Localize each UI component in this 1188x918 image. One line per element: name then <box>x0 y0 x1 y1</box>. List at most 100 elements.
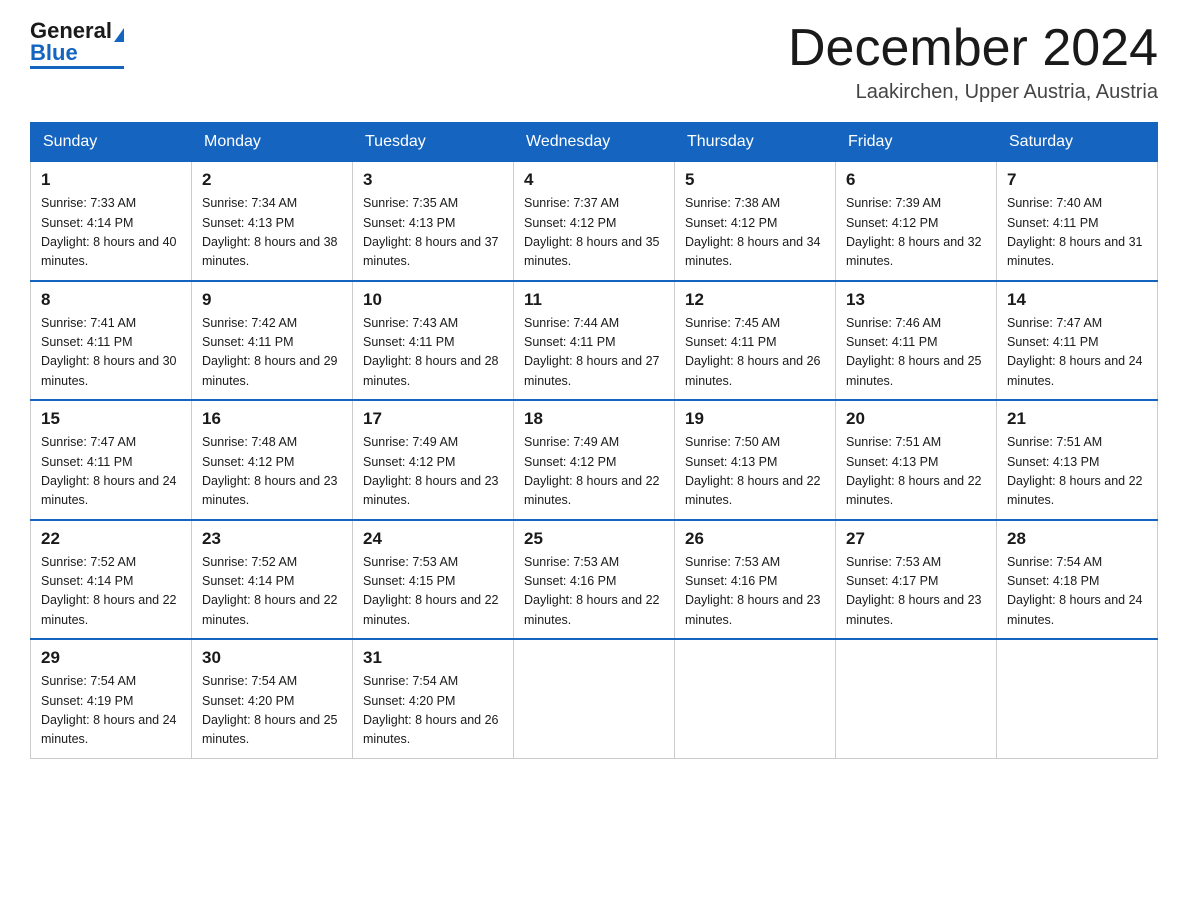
day-info: Sunrise: 7:41 AMSunset: 4:11 PMDaylight:… <box>41 314 181 392</box>
calendar-cell: 8 Sunrise: 7:41 AMSunset: 4:11 PMDaylight… <box>31 281 192 401</box>
calendar-cell: 26 Sunrise: 7:53 AMSunset: 4:16 PMDayligh… <box>675 520 836 640</box>
day-number: 27 <box>846 529 986 549</box>
day-number: 28 <box>1007 529 1147 549</box>
day-info: Sunrise: 7:52 AMSunset: 4:14 PMDaylight:… <box>202 553 342 631</box>
day-info: Sunrise: 7:35 AMSunset: 4:13 PMDaylight:… <box>363 194 503 272</box>
calendar-table: SundayMondayTuesdayWednesdayThursdayFrid… <box>30 122 1158 759</box>
day-info: Sunrise: 7:45 AMSunset: 4:11 PMDaylight:… <box>685 314 825 392</box>
day-info: Sunrise: 7:48 AMSunset: 4:12 PMDaylight:… <box>202 433 342 511</box>
day-number: 18 <box>524 409 664 429</box>
calendar-cell: 18Sunrise: 7:49 AMSunset: 4:12 PMDayligh… <box>514 400 675 520</box>
day-info: Sunrise: 7:38 AMSunset: 4:12 PMDaylight:… <box>685 194 825 272</box>
calendar-cell: 29 Sunrise: 7:54 AMSunset: 4:19 PMDayligh… <box>31 639 192 758</box>
location-title: Laakirchen, Upper Austria, Austria <box>788 81 1158 104</box>
day-number: 17 <box>363 409 503 429</box>
day-info: Sunrise: 7:53 AMSunset: 4:17 PMDaylight:… <box>846 553 986 631</box>
month-title: December 2024 <box>788 20 1158 77</box>
weekday-header-sunday: Sunday <box>31 123 192 162</box>
day-number: 12 <box>685 290 825 310</box>
week-row-2: 8 Sunrise: 7:41 AMSunset: 4:11 PMDaylight… <box>31 281 1158 401</box>
calendar-cell: 4 Sunrise: 7:37 AMSunset: 4:12 PMDaylight… <box>514 162 675 281</box>
logo-triangle-icon <box>114 28 124 42</box>
day-number: 2 <box>202 170 342 190</box>
day-number: 14 <box>1007 290 1147 310</box>
day-number: 23 <box>202 529 342 549</box>
weekday-header-friday: Friday <box>836 123 997 162</box>
calendar-cell: 19 Sunrise: 7:50 AMSunset: 4:13 PMDayligh… <box>675 400 836 520</box>
day-number: 11 <box>524 290 664 310</box>
day-number: 26 <box>685 529 825 549</box>
weekday-header-thursday: Thursday <box>675 123 836 162</box>
weekday-header-row: SundayMondayTuesdayWednesdayThursdayFrid… <box>31 123 1158 162</box>
calendar-cell <box>675 639 836 758</box>
calendar-cell: 14 Sunrise: 7:47 AMSunset: 4:11 PMDayligh… <box>997 281 1158 401</box>
calendar-cell: 23 Sunrise: 7:52 AMSunset: 4:14 PMDayligh… <box>192 520 353 640</box>
calendar-cell: 30 Sunrise: 7:54 AMSunset: 4:20 PMDayligh… <box>192 639 353 758</box>
day-number: 5 <box>685 170 825 190</box>
day-number: 30 <box>202 648 342 668</box>
day-info: Sunrise: 7:49 AMSunset: 4:12 PMDaylight:… <box>363 433 503 511</box>
day-number: 4 <box>524 170 664 190</box>
day-number: 7 <box>1007 170 1147 190</box>
weekday-header-wednesday: Wednesday <box>514 123 675 162</box>
calendar-cell: 27 Sunrise: 7:53 AMSunset: 4:17 PMDayligh… <box>836 520 997 640</box>
calendar-cell: 20Sunrise: 7:51 AMSunset: 4:13 PMDayligh… <box>836 400 997 520</box>
calendar-cell: 12 Sunrise: 7:45 AMSunset: 4:11 PMDayligh… <box>675 281 836 401</box>
day-number: 6 <box>846 170 986 190</box>
day-info: Sunrise: 7:37 AMSunset: 4:12 PMDaylight:… <box>524 194 664 272</box>
calendar-cell: 10Sunrise: 7:43 AMSunset: 4:11 PMDayligh… <box>353 281 514 401</box>
day-info: Sunrise: 7:33 AMSunset: 4:14 PMDaylight:… <box>41 194 181 272</box>
calendar-cell: 2 Sunrise: 7:34 AMSunset: 4:13 PMDaylight… <box>192 162 353 281</box>
day-number: 29 <box>41 648 181 668</box>
day-info: Sunrise: 7:44 AMSunset: 4:11 PMDaylight:… <box>524 314 664 392</box>
day-info: Sunrise: 7:53 AMSunset: 4:16 PMDaylight:… <box>524 553 664 631</box>
logo-text: General Blue <box>30 20 124 64</box>
day-info: Sunrise: 7:34 AMSunset: 4:13 PMDaylight:… <box>202 194 342 272</box>
day-number: 1 <box>41 170 181 190</box>
weekday-header-saturday: Saturday <box>997 123 1158 162</box>
calendar-cell: 13Sunrise: 7:46 AMSunset: 4:11 PMDayligh… <box>836 281 997 401</box>
day-info: Sunrise: 7:53 AMSunset: 4:16 PMDaylight:… <box>685 553 825 631</box>
day-info: Sunrise: 7:54 AMSunset: 4:19 PMDaylight:… <box>41 672 181 750</box>
logo-blue-text: Blue <box>30 40 78 65</box>
logo: General Blue <box>30 20 124 69</box>
calendar-cell: 6 Sunrise: 7:39 AMSunset: 4:12 PMDaylight… <box>836 162 997 281</box>
day-number: 22 <box>41 529 181 549</box>
day-number: 15 <box>41 409 181 429</box>
day-info: Sunrise: 7:51 AMSunset: 4:13 PMDaylight:… <box>1007 433 1147 511</box>
calendar-cell: 21Sunrise: 7:51 AMSunset: 4:13 PMDayligh… <box>997 400 1158 520</box>
day-number: 19 <box>685 409 825 429</box>
day-number: 3 <box>363 170 503 190</box>
calendar-cell: 16Sunrise: 7:48 AMSunset: 4:12 PMDayligh… <box>192 400 353 520</box>
week-row-1: 1 Sunrise: 7:33 AMSunset: 4:14 PMDaylight… <box>31 162 1158 281</box>
page-header: General Blue December 2024 Laakirchen, U… <box>30 20 1158 104</box>
day-info: Sunrise: 7:54 AMSunset: 4:20 PMDaylight:… <box>202 672 342 750</box>
calendar-cell: 9Sunrise: 7:42 AMSunset: 4:11 PMDaylight… <box>192 281 353 401</box>
day-number: 24 <box>363 529 503 549</box>
calendar-cell: 17 Sunrise: 7:49 AMSunset: 4:12 PMDayligh… <box>353 400 514 520</box>
day-number: 31 <box>363 648 503 668</box>
day-number: 8 <box>41 290 181 310</box>
day-info: Sunrise: 7:40 AMSunset: 4:11 PMDaylight:… <box>1007 194 1147 272</box>
day-number: 20 <box>846 409 986 429</box>
day-info: Sunrise: 7:39 AMSunset: 4:12 PMDaylight:… <box>846 194 986 272</box>
day-number: 25 <box>524 529 664 549</box>
calendar-cell: 3 Sunrise: 7:35 AMSunset: 4:13 PMDaylight… <box>353 162 514 281</box>
calendar-cell: 22 Sunrise: 7:52 AMSunset: 4:14 PMDayligh… <box>31 520 192 640</box>
day-info: Sunrise: 7:47 AMSunset: 4:11 PMDaylight:… <box>41 433 181 511</box>
day-number: 13 <box>846 290 986 310</box>
day-info: Sunrise: 7:47 AMSunset: 4:11 PMDaylight:… <box>1007 314 1147 392</box>
week-row-5: 29 Sunrise: 7:54 AMSunset: 4:19 PMDayligh… <box>31 639 1158 758</box>
day-info: Sunrise: 7:42 AMSunset: 4:11 PMDaylight:… <box>202 314 342 392</box>
title-area: December 2024 Laakirchen, Upper Austria,… <box>788 20 1158 104</box>
day-info: Sunrise: 7:52 AMSunset: 4:14 PMDaylight:… <box>41 553 181 631</box>
calendar-cell <box>997 639 1158 758</box>
day-info: Sunrise: 7:50 AMSunset: 4:13 PMDaylight:… <box>685 433 825 511</box>
calendar-cell: 11 Sunrise: 7:44 AMSunset: 4:11 PMDayligh… <box>514 281 675 401</box>
day-info: Sunrise: 7:43 AMSunset: 4:11 PMDaylight:… <box>363 314 503 392</box>
calendar-cell: 31Sunrise: 7:54 AMSunset: 4:20 PMDayligh… <box>353 639 514 758</box>
week-row-4: 22 Sunrise: 7:52 AMSunset: 4:14 PMDayligh… <box>31 520 1158 640</box>
day-info: Sunrise: 7:53 AMSunset: 4:15 PMDaylight:… <box>363 553 503 631</box>
calendar-cell <box>514 639 675 758</box>
weekday-header-tuesday: Tuesday <box>353 123 514 162</box>
